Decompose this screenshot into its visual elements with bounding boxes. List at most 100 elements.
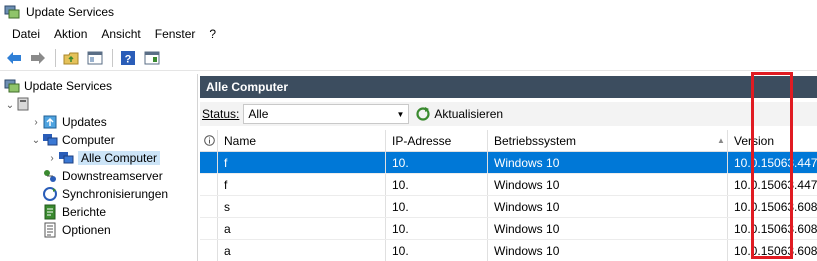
toolbar: ? <box>0 45 817 71</box>
folder-up-icon <box>63 52 79 64</box>
tree-item-label: Optionen <box>62 223 111 237</box>
results-panel: Alle Computer Status: Alle ▼ Aktualisier… <box>200 74 817 261</box>
cell-version: 10.0.15063.447 <box>734 177 817 192</box>
cell-os: Windows 10 <box>488 218 728 239</box>
column-header-ip[interactable]: IP-Adresse <box>386 130 488 151</box>
menu-datei[interactable]: Datei <box>6 27 48 41</box>
title-bar: Update Services <box>0 0 817 24</box>
tree-item-label: Berichte <box>62 205 107 219</box>
tree-server-node[interactable]: ⌄ <box>4 96 36 114</box>
tree-item-update-services[interactable]: Update Services <box>4 77 112 95</box>
column-header-name[interactable]: Name <box>218 130 386 151</box>
computer-group-icon <box>42 132 58 148</box>
computer-group-icon <box>58 150 74 166</box>
info-icon <box>204 135 215 146</box>
toolbar-separator <box>55 48 56 67</box>
tree-item-label: Updates <box>62 115 107 129</box>
sync-icon <box>42 186 58 202</box>
cell-ip: 10. <box>386 152 488 173</box>
tree-item-label: Synchronisierungen <box>62 187 169 201</box>
table-row[interactable]: a 10. Windows 10 10.0.15063.608 <box>200 240 817 261</box>
row-info-cell <box>200 152 218 173</box>
up-folder-button[interactable] <box>60 47 82 69</box>
table-row[interactable]: a 10. Windows 10 10.0.15063.608 <box>200 218 817 240</box>
forward-button[interactable] <box>27 47 49 69</box>
menu-bar: Datei Aktion Ansicht Fenster ? <box>0 24 817 44</box>
refresh-icon <box>416 107 430 121</box>
computer-table: Name IP-Adresse Betriebssystem ▲ Version… <box>200 130 817 261</box>
reports-icon <box>42 204 58 220</box>
filter-bar: Status: Alle ▼ Aktualisieren <box>200 102 817 126</box>
row-info-cell <box>200 174 218 195</box>
menu-aktion[interactable]: Aktion <box>48 27 95 41</box>
tree-item-computer[interactable]: ⌄ Computer <box>30 131 115 149</box>
chevron-right-icon[interactable]: › <box>46 153 58 164</box>
tree-item-label: Downstreamserver <box>62 169 163 183</box>
menu-help[interactable]: ? <box>203 27 224 41</box>
row-info-cell <box>200 196 218 217</box>
tree-item-berichte[interactable]: Berichte <box>42 203 106 221</box>
cell-os: Windows 10 <box>488 240 728 261</box>
menu-fenster[interactable]: Fenster <box>149 27 204 41</box>
status-value: Alle <box>248 107 269 121</box>
help-icon: ? <box>121 50 135 65</box>
status-dropdown[interactable]: Alle ▼ <box>243 104 410 124</box>
chevron-down-icon: ▼ <box>396 109 405 119</box>
column-header-os[interactable]: Betriebssystem <box>488 130 728 151</box>
status-label: Status: <box>202 107 240 121</box>
table-row[interactable]: s 10. Windows 10 10.0.15063.608 <box>200 196 817 218</box>
cell-ip: 10. <box>386 196 488 217</box>
window-title: Update Services <box>26 5 115 19</box>
table-row[interactable]: f 10. Windows 10 10.0.15063.447 <box>200 152 817 174</box>
action-pane-button[interactable] <box>141 47 163 69</box>
tree-item-optionen[interactable]: Optionen <box>42 221 111 239</box>
server-icon <box>16 97 32 113</box>
help-button[interactable]: ? <box>117 47 139 69</box>
downstream-icon <box>42 168 58 184</box>
console-tree: Update Services ⌄ › Updates ⌄ Computer ›… <box>0 74 198 261</box>
app-icon <box>4 5 20 19</box>
cell-os: Windows 10 <box>488 196 728 217</box>
row-info-cell <box>200 240 218 261</box>
cell-version: 10.0.15063.608 <box>734 199 817 214</box>
menu-ansicht[interactable]: Ansicht <box>95 27 148 41</box>
tree-item-updates[interactable]: › Updates <box>30 113 107 131</box>
cell-version: 10.0.15063.608 <box>734 221 817 236</box>
chevron-down-icon[interactable]: ⌄ <box>4 100 16 111</box>
action-pane-icon <box>144 51 160 64</box>
cell-os: Windows 10 <box>488 174 728 195</box>
panel-title: Alle Computer <box>200 76 817 98</box>
svg-text:?: ? <box>125 53 132 65</box>
updates-icon <box>42 114 58 130</box>
table-row[interactable]: f 10. Windows 10 10.0.15063.447 <box>200 174 817 196</box>
info-column-header[interactable] <box>200 130 218 151</box>
cell-name: a <box>218 240 386 261</box>
tree-item-synchronisierungen[interactable]: Synchronisierungen <box>42 185 168 203</box>
cell-version: 10.0.15063.608 <box>734 243 817 258</box>
update-services-icon <box>4 78 20 94</box>
console-tree-icon <box>87 51 103 64</box>
arrow-right-icon <box>31 51 45 64</box>
cell-ip: 10. <box>386 174 488 195</box>
show-hide-tree-button[interactable] <box>84 47 106 69</box>
tree-item-label: Computer <box>62 133 115 147</box>
tree-item-alle-computer[interactable]: › Alle Computer <box>46 149 161 167</box>
cell-version: 10.0.15063.447 <box>734 155 817 170</box>
options-icon <box>42 222 58 238</box>
refresh-label: Aktualisieren <box>434 107 504 121</box>
cell-os: Windows 10 <box>488 152 728 173</box>
refresh-button[interactable]: Aktualisieren <box>415 106 503 122</box>
cell-name: s <box>218 196 386 217</box>
cell-ip: 10. <box>386 240 488 261</box>
toolbar-separator <box>112 48 113 67</box>
chevron-down-icon[interactable]: ⌄ <box>30 135 42 146</box>
sort-indicator-icon: ▲ <box>717 136 725 145</box>
column-header-version[interactable]: Version <box>728 130 817 151</box>
back-button[interactable] <box>3 47 25 69</box>
chevron-right-icon[interactable]: › <box>30 117 42 128</box>
cell-ip: 10. <box>386 218 488 239</box>
cell-name: a <box>218 218 386 239</box>
row-info-cell <box>200 218 218 239</box>
cell-name: f <box>218 174 386 195</box>
tree-item-downstreamserver[interactable]: Downstreamserver <box>42 167 163 185</box>
